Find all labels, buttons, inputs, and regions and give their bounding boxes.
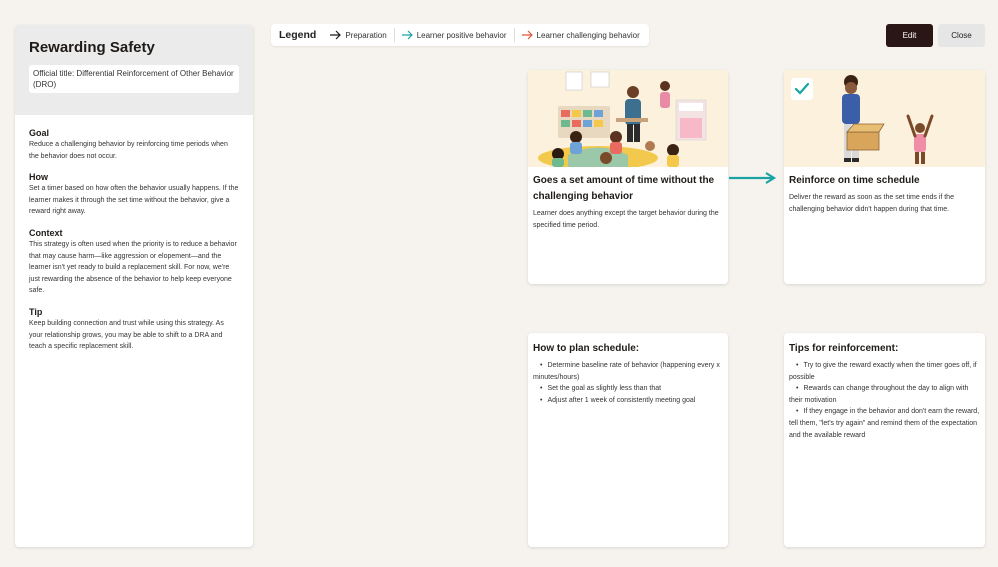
reinforcement-tips-title: Tips for reinforcement: (789, 343, 899, 354)
list-item: If they engage in the behavior and don't… (789, 406, 980, 441)
step-card-1-title: Goes a set amount of time without the ch… (533, 175, 715, 202)
step-card-2-title: Reinforce on time schedule (789, 175, 920, 186)
step-card-1[interactable]: Goes a set amount of time without the ch… (528, 70, 728, 284)
reinforcement-tips-body: Tips for reinforcement: Try to give the … (784, 333, 985, 449)
step-card-2-body: Reinforce on time schedule Deliver the r… (784, 167, 985, 221)
goal-text: Reduce a challenging behavior by reinfor… (29, 141, 228, 160)
legend-label-positive: Learner positive behavior (416, 30, 507, 40)
reward-illustration-image (784, 70, 985, 167)
list-item: Rewards can change throughout the day to… (789, 383, 980, 406)
tip-text: Keep building connection and trust while… (29, 319, 224, 351)
legend-divider (393, 28, 395, 42)
edit-button[interactable]: Edit (886, 24, 933, 47)
close-button[interactable]: Close (938, 24, 985, 47)
legend-label-preparation: Preparation (345, 30, 387, 40)
list-item: Determine baseline rate of behavior (hap… (533, 360, 723, 383)
completed-check[interactable] (791, 78, 813, 100)
plan-schedule-list: Determine baseline rate of behavior (hap… (533, 360, 723, 406)
step-card-2-text: Deliver the reward as soon as the set ti… (789, 194, 954, 213)
reinforcement-tips-card[interactable]: Tips for reinforcement: Try to give the … (784, 333, 985, 547)
how-text: Set a timer based on how often the behav… (29, 185, 239, 216)
tip-heading: Tip (29, 306, 43, 317)
reward-illustration (784, 70, 985, 167)
how-heading: How (29, 172, 48, 183)
plan-schedule-card[interactable]: How to plan schedule: Determine baseline… (528, 333, 728, 547)
list-item: Try to give the reward exactly when the … (789, 360, 980, 383)
official-title: Official title: Differential Reinforceme… (29, 65, 239, 93)
step-card-2[interactable]: Reinforce on time schedule Deliver the r… (784, 70, 985, 284)
legend-item-challenging: Learner challenging behavior (521, 30, 640, 40)
checkmark-icon (795, 83, 809, 95)
list-item: Set the goal as slightly less than that (533, 383, 723, 395)
arrow-right-icon (401, 30, 413, 40)
legend: Legend Preparation Learner positive beha… (271, 24, 649, 46)
legend-divider (513, 28, 515, 42)
step-card-1-body: Goes a set amount of time without the ch… (528, 167, 728, 237)
context-text: This strategy is often used when the pri… (29, 240, 237, 295)
flow-arrow-icon (729, 172, 777, 184)
strategy-panel: Rewarding Safety Official title: Differe… (15, 25, 253, 547)
plan-schedule-title: How to plan schedule: (533, 343, 640, 354)
context-heading: Context (29, 227, 63, 238)
strategy-body: Goal Reduce a challenging behavior by re… (15, 115, 253, 353)
strategy-title: Rewarding Safety (29, 39, 155, 56)
goal-heading: Goal (29, 128, 50, 138)
list-item: Adjust after 1 week of consistently meet… (533, 395, 723, 407)
strategy-header: Rewarding Safety Official title: Differe… (15, 25, 253, 115)
step-card-1-text: Learner does anything except the target … (533, 210, 719, 229)
arrow-right-icon (330, 30, 342, 40)
reinforcement-tips-list: Try to give the reward exactly when the … (789, 360, 980, 441)
plan-schedule-body: How to plan schedule: Determine baseline… (528, 333, 728, 414)
classroom-illustration (528, 70, 728, 170)
arrow-right-icon (521, 30, 533, 40)
legend-item-positive: Learner positive behavior (401, 30, 507, 40)
legend-item-preparation: Preparation (330, 30, 387, 40)
legend-title: Legend (279, 29, 317, 41)
classroom-illustration-image (528, 70, 728, 170)
legend-label-challenging: Learner challenging behavior (536, 30, 640, 40)
